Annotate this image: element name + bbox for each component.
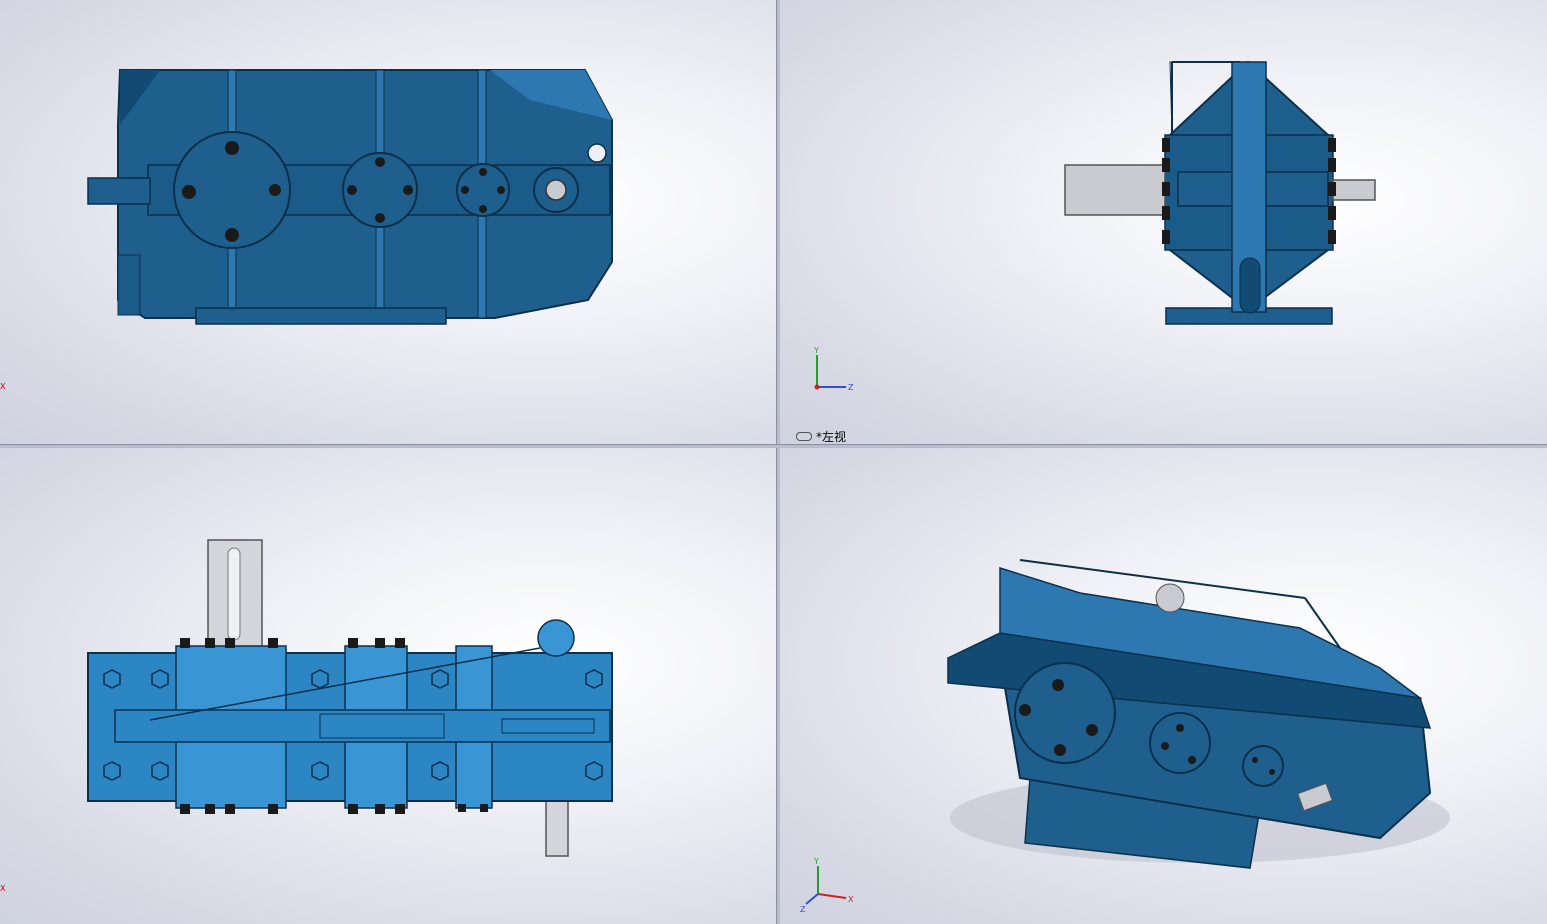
viewport-left[interactable]: Y Z *左视 <box>780 0 1547 444</box>
cover-plate <box>319 713 445 739</box>
breather-iso <box>1155 583 1185 613</box>
viewport-top[interactable]: X <box>0 448 776 924</box>
viewport-divider-horizontal[interactable] <box>0 444 1547 448</box>
triad-z-label: Z <box>800 905 806 914</box>
output-shaft-top <box>545 797 569 857</box>
front-view-model <box>87 69 613 325</box>
bearing-cap-iso-2 <box>1149 712 1211 774</box>
viewport-front[interactable]: X <box>0 0 776 444</box>
link-icon <box>796 432 812 441</box>
triad-y-label: Y <box>813 346 819 355</box>
triad-x-label: X <box>848 895 854 904</box>
breather-cap <box>537 619 575 657</box>
axis-triad <box>814 355 846 390</box>
axis-marker-x: X <box>0 884 6 893</box>
left-view-model: Y Z <box>813 60 1376 392</box>
drain-tube <box>117 254 141 316</box>
isometric-model: Y X Z <box>800 559 1450 914</box>
input-shaft-stub <box>87 177 151 205</box>
view-name: *左视 <box>816 430 847 444</box>
triad-z-label: Z <box>848 383 854 392</box>
axis-marker-x: X <box>0 382 6 391</box>
viewport-isometric[interactable]: Y X Z <box>780 448 1547 924</box>
drain-pipe-side <box>1239 257 1261 314</box>
input-shaft-side <box>1064 164 1166 216</box>
oil-slot <box>501 718 595 734</box>
triad-y-label: Y <box>813 857 819 866</box>
output-shaft-end <box>545 179 567 201</box>
keyway <box>227 547 241 641</box>
base-foot <box>195 307 447 325</box>
top-view-model <box>87 539 613 857</box>
inspection-hole <box>587 143 607 163</box>
view-label: *左视 <box>796 428 846 444</box>
viewport-divider-vertical[interactable] <box>776 0 780 924</box>
bearing-cap-iso-3 <box>1242 745 1284 787</box>
output-shaft-side <box>1332 179 1376 201</box>
axis-triad-iso <box>805 866 847 905</box>
